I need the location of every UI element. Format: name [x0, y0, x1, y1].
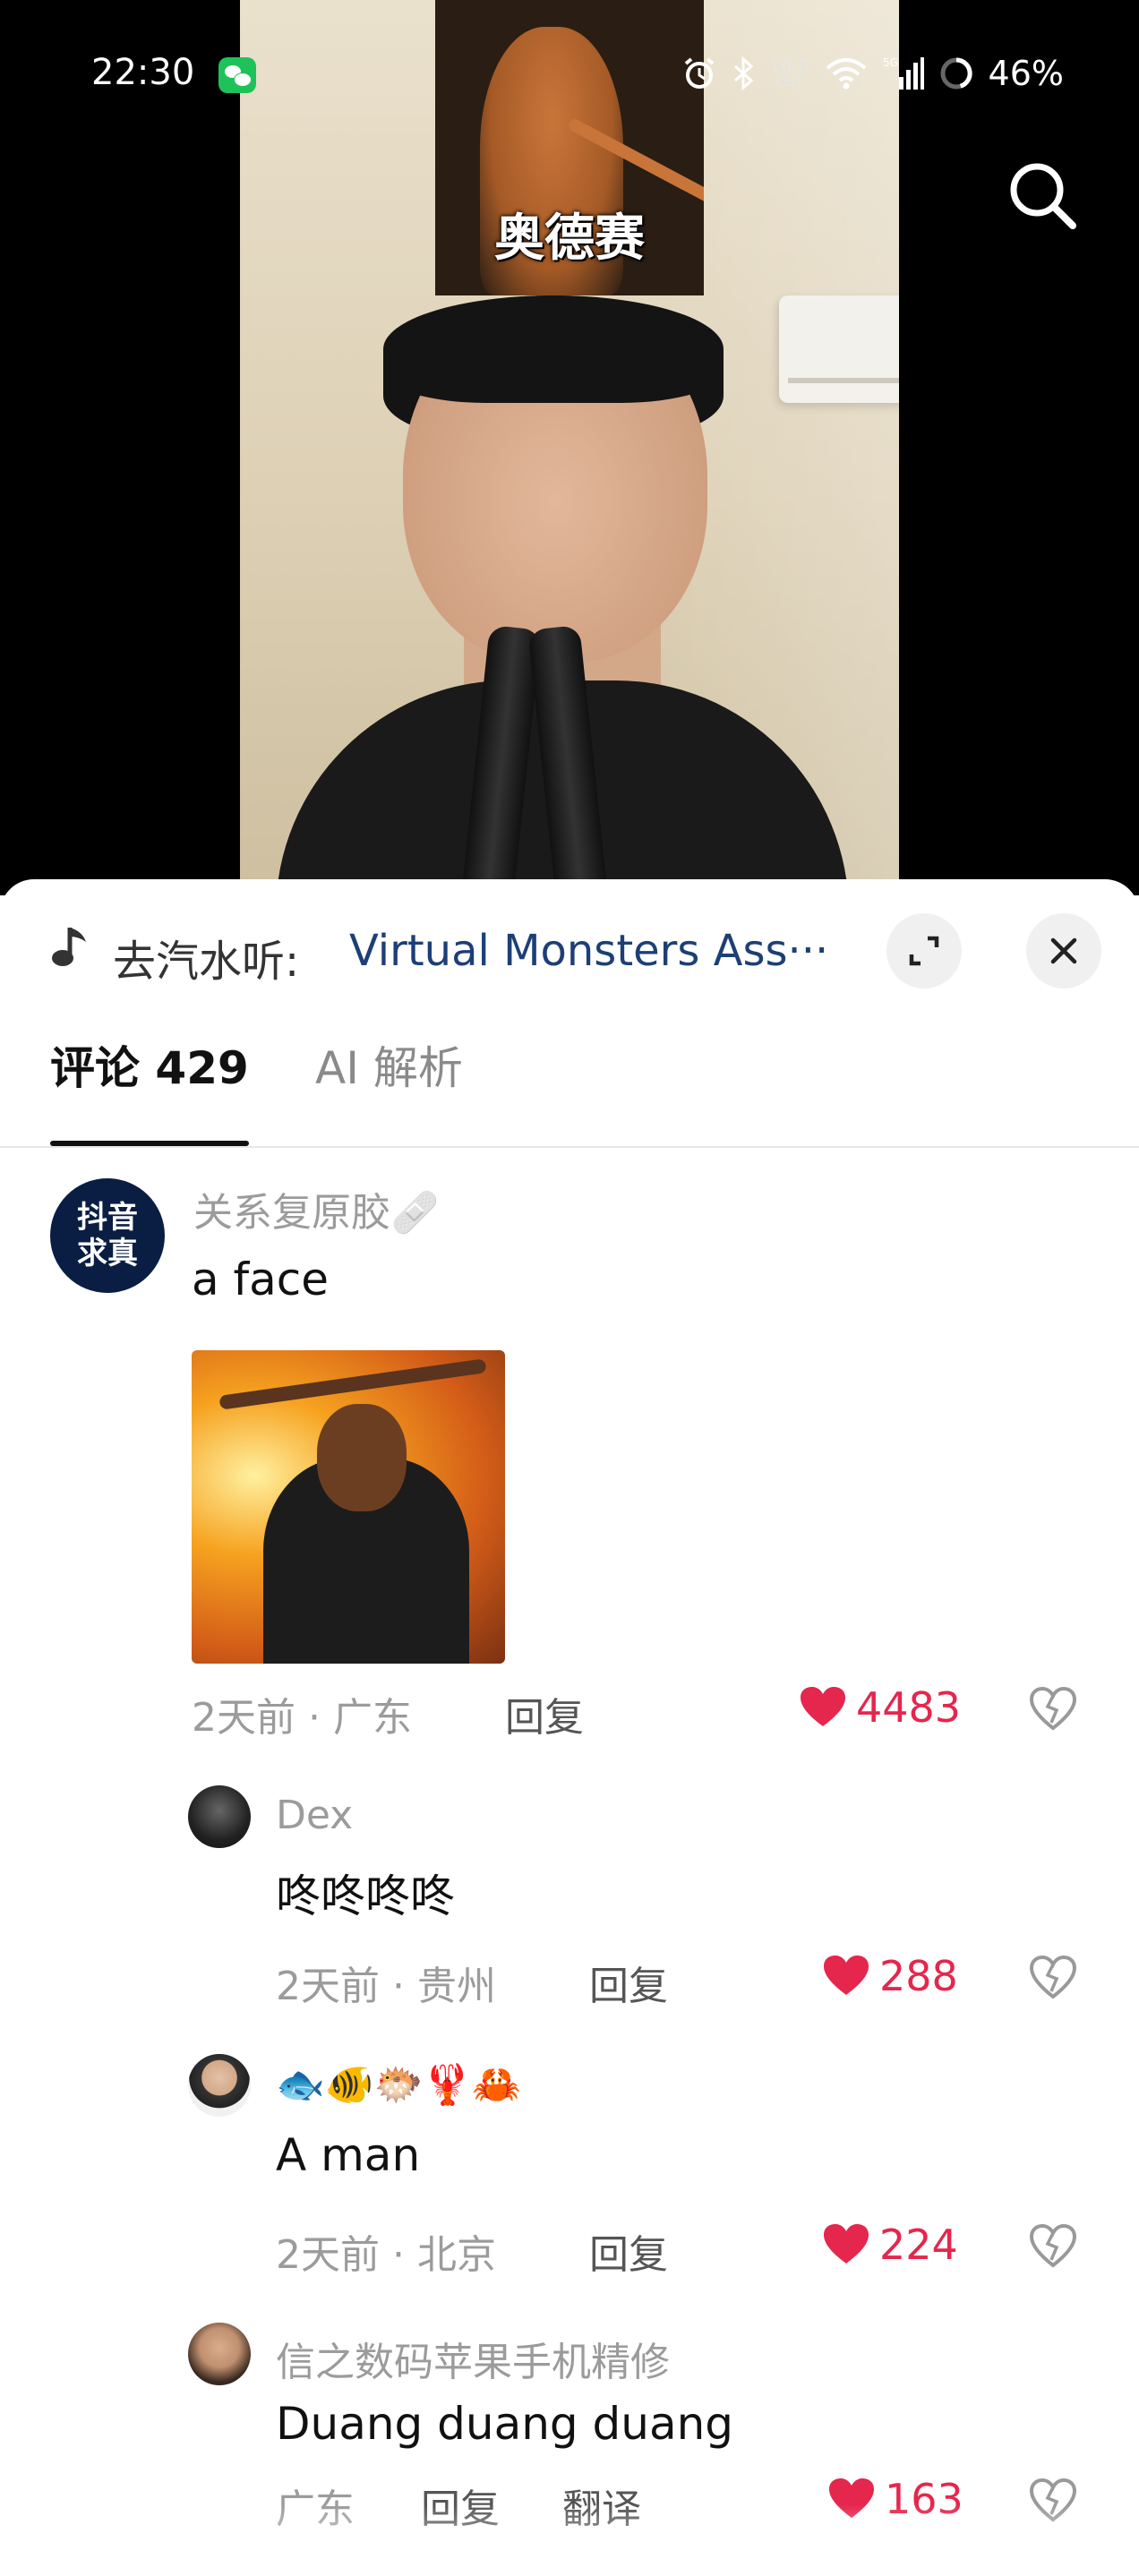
expand-button[interactable] — [886, 913, 962, 988]
expand-icon — [909, 936, 939, 966]
like-count: 224 — [879, 2221, 958, 2269]
avatar-text-line2: 求真 — [77, 1236, 138, 1271]
net-speed-value: 10.0 — [769, 56, 809, 77]
avatar-text-line1: 抖音 — [77, 1200, 138, 1236]
alarm-icon — [684, 57, 715, 89]
dislike-broken-heart-icon[interactable] — [1026, 2219, 1080, 2272]
signal-icon: 5G — [883, 56, 924, 90]
wechat-icon — [218, 57, 256, 93]
heart-icon — [824, 2224, 869, 2264]
music-title-link[interactable]: Virtual Monsters Ass··· — [349, 926, 838, 976]
comment-text: 咚咚咚咚 — [276, 1870, 455, 1922]
avatar[interactable] — [188, 2054, 251, 2117]
battery-icon — [940, 57, 972, 90]
net-speed-unit: KB/S — [775, 75, 804, 90]
comment-tabs: 评论 429 AI 解析 — [0, 1030, 1139, 1148]
svg-text:5G: 5G — [883, 56, 898, 69]
like-count: 4483 — [856, 1683, 962, 1732]
video-player[interactable]: 奥德赛 22:30 10.0 KB/S 5G 46% — [0, 0, 1139, 895]
like-button[interactable]: 224 — [822, 2221, 958, 2269]
comment-username[interactable]: 关系复原胶🩹 — [193, 1180, 440, 1237]
person-hair-top — [383, 295, 724, 403]
avatar[interactable] — [188, 2323, 251, 2385]
reply-button[interactable]: 回复 — [589, 1954, 668, 2011]
heart-icon — [801, 1687, 845, 1726]
status-time: 22:30 — [91, 52, 195, 93]
comment-text: A man — [276, 2129, 421, 2181]
net-speed: 10.0 KB/S — [769, 57, 809, 90]
avatar[interactable] — [188, 1785, 251, 1848]
status-bar: 22:30 10.0 KB/S 5G 46% — [0, 0, 1139, 152]
comment-username[interactable]: 信之数码苹果手机精修 — [276, 2330, 670, 2387]
battery-percent: 46% — [988, 54, 1064, 93]
comment-meta: 2天前 · 贵州 — [276, 1964, 496, 2009]
dislike-broken-heart-icon[interactable] — [1026, 1950, 1080, 2004]
comment-username[interactable]: Dex — [276, 1793, 353, 1838]
comment-sticker-image[interactable] — [192, 1350, 505, 1664]
comment-username[interactable]: 🐟🐠🐡🦞🦀 — [276, 2061, 521, 2108]
close-icon — [1050, 937, 1077, 964]
reply-button[interactable]: 回复 — [589, 2222, 668, 2280]
wifi-icon — [826, 58, 866, 90]
heart-icon — [824, 1956, 869, 1995]
bluetooth-icon — [734, 56, 754, 91]
like-count: 288 — [879, 1952, 958, 2000]
close-button[interactable] — [1026, 913, 1101, 988]
tab-ai-analysis[interactable]: AI 解析 — [315, 1030, 463, 1146]
status-icons: 10.0 KB/S 5G 46% — [681, 48, 1064, 98]
music-bar[interactable]: 去汽水听: Virtual Monsters Ass··· — [0, 879, 1139, 1014]
bottom-fade — [0, 2504, 1139, 2576]
like-button[interactable]: 4483 — [799, 1683, 961, 1732]
air-conditioner — [779, 295, 899, 403]
comment-text: a face — [192, 1254, 330, 1305]
comment-text: Duang duang duang — [276, 2398, 734, 2450]
comment-item: 抖音 求真 关系复原胶🩹 a face — [0, 1178, 1139, 1751]
video-caption: 奥德赛 — [494, 210, 645, 268]
avatar[interactable]: 抖音 求真 — [50, 1178, 165, 1293]
music-note-icon — [52, 928, 86, 966]
search-button[interactable] — [999, 152, 1085, 238]
music-prefix: 去汽水听: — [113, 937, 300, 987]
dislike-broken-heart-icon[interactable] — [1026, 1682, 1080, 1735]
reply-button[interactable]: 回复 — [505, 1685, 584, 1742]
tab-comments[interactable]: 评论 429 — [50, 1030, 249, 1146]
like-button[interactable]: 288 — [822, 1952, 958, 2000]
comment-meta: 2天前 · 北京 — [276, 2232, 496, 2278]
comment-meta: 2天前 · 广东 — [192, 1695, 412, 1741]
comment-sheet: 去汽水听: Virtual Monsters Ass··· 评论 429 AI … — [0, 879, 1139, 2576]
